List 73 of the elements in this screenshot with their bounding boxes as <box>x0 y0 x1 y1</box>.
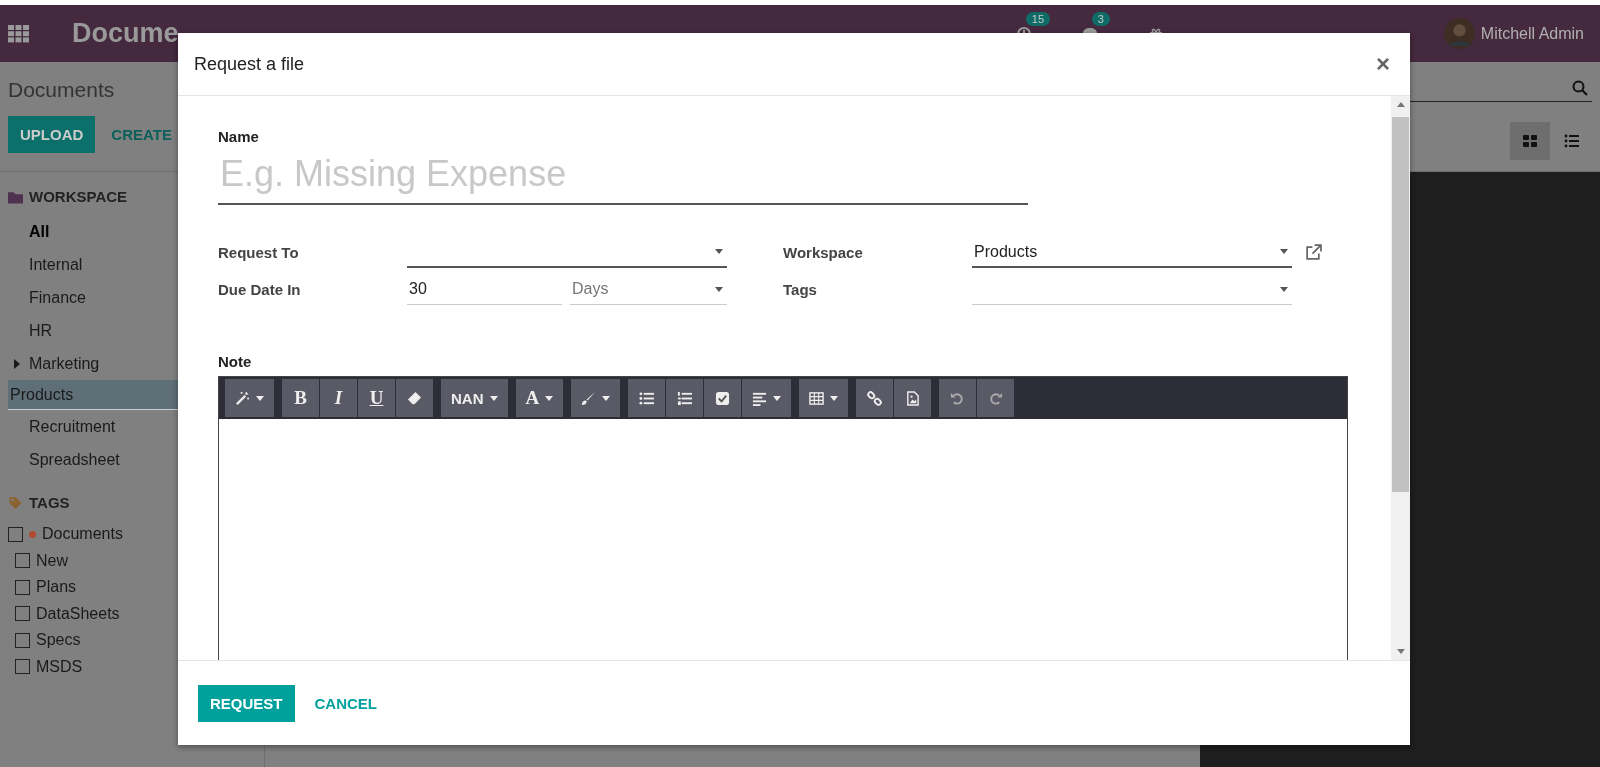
checkbox[interactable] <box>15 553 30 569</box>
undo-button[interactable] <box>939 379 977 417</box>
tag-label: Specs <box>36 631 81 650</box>
apps-grid-icon[interactable] <box>8 24 30 43</box>
list-icon <box>1564 133 1580 149</box>
kanban-view-button[interactable] <box>1510 122 1550 160</box>
checkbox[interactable] <box>15 579 30 595</box>
field-label: Tags <box>783 281 818 298</box>
tag-icon <box>8 495 23 510</box>
field-label: Request To <box>218 244 300 261</box>
bullets-button[interactable] <box>628 379 666 417</box>
tag-label: Documents <box>42 525 123 544</box>
tag-label: New <box>36 551 68 570</box>
tag-label: Plans <box>36 578 77 597</box>
field-label: Note <box>218 353 253 370</box>
cancel-button[interactable]: CANCEL <box>306 684 385 722</box>
align-icon <box>752 390 768 406</box>
wand-button[interactable] <box>225 379 274 417</box>
table-icon <box>809 390 825 406</box>
image-file-icon <box>905 390 921 406</box>
image-button[interactable] <box>894 379 932 417</box>
tag-label: DataSheets <box>36 604 120 623</box>
dropdown-field[interactable]: Days <box>570 274 727 305</box>
dropdown-field[interactable]: Products <box>972 237 1292 268</box>
count-badge: 3 <box>1091 11 1110 26</box>
note-editor[interactable]: B I U NAN A <box>218 376 1348 660</box>
breadcrumb: Documents <box>8 78 116 102</box>
link-button[interactable] <box>856 379 894 417</box>
user-name[interactable]: Mitchell Admin <box>1480 24 1584 43</box>
folder-icon <box>8 189 23 204</box>
section-title: TAGS <box>29 494 70 511</box>
brush-button[interactable] <box>571 379 621 417</box>
number-field[interactable]: 30 <box>407 274 562 305</box>
field-label: Name <box>218 128 260 145</box>
request-button[interactable]: REQUEST <box>198 684 295 722</box>
checkbox[interactable] <box>15 606 30 622</box>
redo-icon <box>988 390 1004 406</box>
scrollbar[interactable] <box>1391 96 1410 660</box>
field-label: Due Date In <box>218 281 302 298</box>
numbers-button[interactable] <box>666 379 704 417</box>
bold-button[interactable]: B <box>282 379 319 417</box>
upload-button[interactable]: UPLOAD <box>8 116 96 153</box>
checkbox[interactable] <box>15 659 30 675</box>
align-button[interactable] <box>742 379 792 417</box>
bulleted-list-icon <box>639 390 655 406</box>
redo-button[interactable] <box>977 379 1015 417</box>
undo-icon <box>950 390 966 406</box>
magic-wand-icon <box>235 390 250 406</box>
numbered-list-icon <box>677 390 693 406</box>
grid-icon <box>1522 133 1538 149</box>
font-size-button[interactable]: NAN <box>441 379 508 417</box>
count-badge: 15 <box>1025 11 1051 26</box>
field-label: Workspace <box>783 244 864 261</box>
italic-button[interactable]: I <box>320 379 357 417</box>
close-button[interactable]: × <box>1372 50 1394 78</box>
checkbox[interactable] <box>15 632 30 648</box>
checkbox-button[interactable] <box>704 379 742 417</box>
section-title: WORKSPACE <box>29 188 128 205</box>
checkbox[interactable] <box>8 526 23 542</box>
eraser-button[interactable] <box>396 379 433 417</box>
paintbrush-icon <box>581 390 597 406</box>
table-button[interactable] <box>799 379 849 417</box>
font-color-button[interactable]: A <box>515 379 564 417</box>
tag-label: MSDS <box>36 657 83 676</box>
app-title: Docume <box>72 18 179 49</box>
underline-button[interactable]: U <box>358 379 395 417</box>
checkbox-icon <box>715 390 731 406</box>
expand-caret-icon[interactable] <box>14 359 20 369</box>
link-icon <box>867 390 883 406</box>
search-icon[interactable] <box>1572 79 1588 96</box>
external-link-icon[interactable] <box>1305 244 1322 261</box>
dialog-title: Request a file <box>194 53 305 75</box>
eraser-icon <box>407 390 422 406</box>
